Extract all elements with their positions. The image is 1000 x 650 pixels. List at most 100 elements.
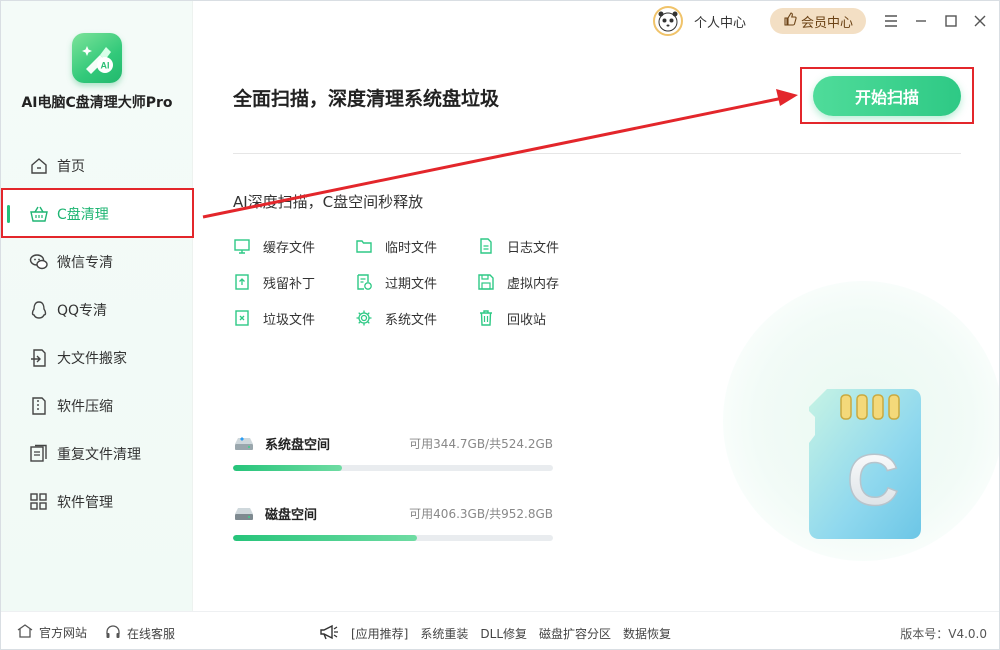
feature-label: 临时文件 <box>385 240 438 256</box>
document-icon <box>477 237 495 255</box>
minimize-button[interactable] <box>910 10 932 32</box>
sidebar-item-duplicate-clean[interactable]: 重复文件清理 <box>1 430 193 478</box>
feature-item: 日志文件 <box>477 237 599 256</box>
vip-center-button[interactable]: 会员中心 <box>770 8 866 34</box>
sidebar-item-label: 微信专清 <box>57 255 113 271</box>
apps-icon <box>29 492 49 512</box>
divider <box>233 153 961 154</box>
disk-name: 磁盘空间 <box>265 507 318 523</box>
footer-link-data-recovery[interactable]: 数据恢复 <box>623 625 671 642</box>
app-logo: AI <box>72 33 122 83</box>
sidebar-item-label: 重复文件清理 <box>57 447 141 463</box>
feature-list: 缓存文件 临时文件 日志文件 残留补丁 过期文件 虚拟内存 垃圾文件 系统文件 <box>233 237 599 328</box>
feature-label: 日志文件 <box>507 240 560 256</box>
sidebar-nav: 首页 C盘清理 微信专清 QQ专清 大文件搬家 软件压缩 重复文件清理 软件管理 <box>1 142 193 526</box>
disk-usage-bar <box>233 465 553 471</box>
sidebar-item-c-clean[interactable]: C盘清理 <box>1 190 193 238</box>
disk-usage-bar <box>233 535 553 541</box>
wechat-icon <box>29 252 49 272</box>
feature-item: 过期文件 <box>355 273 477 292</box>
start-scan-button[interactable]: 开始扫描 <box>813 76 961 116</box>
feature-label: 回收站 <box>507 312 547 328</box>
feature-item: 回收站 <box>477 309 599 328</box>
official-website-link[interactable]: 官方网站 <box>17 624 87 641</box>
home-icon <box>29 156 49 176</box>
sidebar-item-label: QQ专清 <box>57 303 108 319</box>
sidebar-item-label: 软件管理 <box>57 495 113 511</box>
zip-icon <box>29 396 49 416</box>
maximize-button[interactable] <box>940 10 962 32</box>
trash-icon <box>477 309 495 327</box>
app-name: AI电脑C盘清理大师Pro <box>21 95 173 111</box>
basket-icon <box>29 204 49 224</box>
duplicate-icon <box>29 444 49 464</box>
svg-text:AI: AI <box>101 61 110 71</box>
close-icon <box>974 12 986 31</box>
sidebar-item-label: 首页 <box>57 159 85 175</box>
app-window: AI AI电脑C盘清理大师Pro 首页 C盘清理 微信专清 QQ专清 大文件搬家… <box>0 0 1000 650</box>
feature-item: 缓存文件 <box>233 237 355 256</box>
footer-link-system-reinstall[interactable]: 系统重装 <box>420 625 468 642</box>
system-drive-icon <box>233 434 255 452</box>
maximize-icon <box>945 12 957 31</box>
footer-link-dll-repair[interactable]: DLL修复 <box>480 625 527 642</box>
feature-item: 残留补丁 <box>233 273 355 292</box>
sd-card-illustration: C <box>809 389 921 539</box>
feature-label: 缓存文件 <box>263 240 316 256</box>
app-recommend-label: [应用推荐] <box>351 627 409 641</box>
disk-usage-fill <box>233 465 343 471</box>
gear-icon <box>355 309 373 327</box>
patch-icon <box>233 273 251 291</box>
feature-label: 残留补丁 <box>263 276 316 292</box>
sidebar-item-home[interactable]: 首页 <box>1 142 193 190</box>
page-subtitle: AI深度扫描，C盘空间秒释放 <box>233 193 424 211</box>
disk-info: 可用406.3GB/共952.8GB <box>409 506 553 521</box>
folder-icon <box>355 237 373 255</box>
avatar[interactable] <box>653 6 683 36</box>
vip-center-label: 会员中心 <box>800 15 853 31</box>
sidebar: AI AI电脑C盘清理大师Pro 首页 C盘清理 微信专清 QQ专清 大文件搬家… <box>1 1 193 611</box>
feature-label: 系统文件 <box>385 312 438 328</box>
save-icon <box>477 273 495 291</box>
feature-item: 系统文件 <box>355 309 477 328</box>
disk-name: 系统盘空间 <box>265 437 331 453</box>
footer: 官方网站 在线客服 [应用推荐] 系统重装 DLL修复 磁盘扩容分区 数据恢复 … <box>1 611 999 649</box>
minimize-icon <box>915 12 927 31</box>
online-support-label: 在线客服 <box>127 627 176 641</box>
junk-file-icon <box>233 309 251 327</box>
sidebar-item-label: 大文件搬家 <box>57 351 127 367</box>
move-file-icon <box>29 348 49 368</box>
menu-button[interactable] <box>880 10 902 32</box>
official-website-label: 官方网站 <box>39 626 88 640</box>
headset-icon <box>105 624 121 643</box>
thumbs-up-icon <box>783 12 797 30</box>
version-label: 版本号：V4.0.0 <box>900 627 987 641</box>
expired-file-icon <box>355 273 373 291</box>
home-icon <box>17 624 33 641</box>
online-support-link[interactable]: 在线客服 <box>105 624 175 643</box>
sidebar-item-software-compress[interactable]: 软件压缩 <box>1 382 193 430</box>
footer-link-disk-partition[interactable]: 磁盘扩容分区 <box>539 625 611 642</box>
illustration-letter: C <box>847 441 899 521</box>
disk-info: 可用344.7GB/共524.2GB <box>409 436 553 451</box>
sidebar-item-big-file-move[interactable]: 大文件搬家 <box>1 334 193 382</box>
sidebar-item-wechat[interactable]: 微信专清 <box>1 238 193 286</box>
close-button[interactable] <box>969 10 991 32</box>
sidebar-item-software-manage[interactable]: 软件管理 <box>1 478 193 526</box>
feature-item: 垃圾文件 <box>233 309 355 328</box>
feature-label: 过期文件 <box>385 276 438 292</box>
sidebar-item-label: 软件压缩 <box>57 399 113 415</box>
sidebar-item-qq[interactable]: QQ专清 <box>1 286 193 334</box>
system-disk-usage: 系统盘空间 可用344.7GB/共524.2GB <box>233 433 553 471</box>
monitor-icon <box>233 237 251 255</box>
disk-usage: 磁盘空间 可用406.3GB/共952.8GB <box>233 503 553 541</box>
qq-icon <box>29 300 49 320</box>
drive-icon <box>233 504 255 522</box>
footer-links: [应用推荐] 系统重装 DLL修复 磁盘扩容分区 数据恢复 <box>319 624 671 643</box>
megaphone-icon <box>319 624 339 643</box>
user-center-link[interactable]: 个人中心 <box>694 12 746 31</box>
feature-item: 虚拟内存 <box>477 273 599 292</box>
feature-label: 虚拟内存 <box>507 276 560 292</box>
page-title: 全面扫描，深度清理系统盘垃圾 <box>233 88 500 110</box>
feature-item: 临时文件 <box>355 237 477 256</box>
